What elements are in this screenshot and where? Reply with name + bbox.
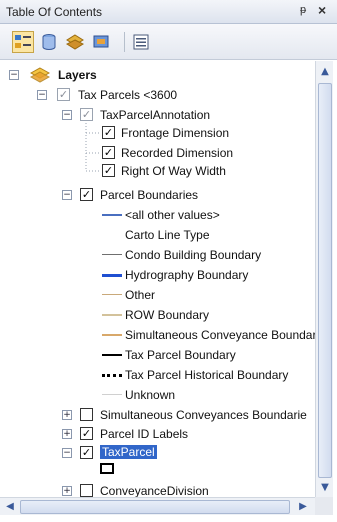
- taxparcel-label: TaxParcel: [100, 445, 157, 459]
- taxparcel-symbol-row: [0, 461, 315, 481]
- legend-line-symbol: [102, 214, 122, 216]
- annotation-class-item[interactable]: ✓ Recorded Dimension: [0, 143, 315, 163]
- toc-tree: − Layers − ✓ Tax Parcels <3600 − ✓ TaxPa…: [0, 61, 315, 497]
- parcel-id-labels-checkbox[interactable]: ✓: [80, 427, 93, 440]
- legend-item-label: Other: [125, 288, 156, 302]
- annotation-class-label: Recorded Dimension: [121, 146, 234, 160]
- tree-node-parcel-boundaries[interactable]: − ✓ Parcel Boundaries: [0, 185, 315, 205]
- annotation-class-item[interactable]: ✓ Right Of Way Width: [0, 161, 315, 181]
- legend-item-label: Unknown: [125, 388, 176, 402]
- sim-conveyances-label: Simultaneous Conveyances Boundarie: [100, 408, 307, 422]
- scrollbar-corner: [315, 497, 333, 515]
- expand-sim-conveyances-icon[interactable]: +: [62, 410, 72, 420]
- legend-item-label: Hydrography Boundary: [125, 268, 249, 282]
- vertical-scrollbar[interactable]: ▲ ▼: [315, 61, 333, 497]
- parcel-id-labels-label: Parcel ID Labels: [100, 427, 189, 441]
- tree-node-taxparcel[interactable]: − ✓ TaxParcel: [0, 443, 315, 463]
- legend-item-label: Tax Parcel Historical Boundary: [125, 368, 289, 382]
- legend-item-label: ROW Boundary: [125, 308, 210, 322]
- annotation-class-label: Frontage Dimension: [121, 126, 230, 140]
- legend-item-label: Carto Line Type: [125, 228, 210, 242]
- parcel-boundaries-checkbox[interactable]: ✓: [80, 188, 93, 201]
- vertical-scroll-thumb[interactable]: [318, 83, 332, 478]
- expand-conveyance-division-icon[interactable]: +: [62, 486, 72, 496]
- polygon-symbol-swatch: [100, 463, 114, 474]
- expand-parcel-id-labels-icon[interactable]: +: [62, 429, 72, 439]
- list-by-source-button[interactable]: [38, 31, 60, 53]
- collapse-parcel-boundaries-icon[interactable]: −: [62, 190, 72, 200]
- window-title: Table Of Contents: [6, 5, 103, 19]
- legend-item[interactable]: ROW Boundary: [0, 305, 315, 325]
- toc-toolbar: [0, 24, 337, 60]
- scroll-up-icon[interactable]: ▲: [318, 65, 332, 79]
- tree-node-parcel-id-labels[interactable]: + ✓ Parcel ID Labels: [0, 424, 315, 444]
- pin-icon[interactable]: ᵽ: [300, 4, 306, 16]
- toc-title-bar: Table Of Contents ᵽ ×: [0, 0, 337, 24]
- list-by-visibility-button[interactable]: [64, 31, 86, 53]
- legend-item[interactable]: Tax Parcel Historical Boundary: [0, 365, 315, 385]
- conveyance-division-checkbox[interactable]: [80, 484, 93, 497]
- parcel-boundaries-label: Parcel Boundaries: [100, 188, 199, 202]
- frontage-dimension-checkbox[interactable]: ✓: [102, 126, 115, 139]
- legend-line-symbol: [102, 274, 122, 277]
- list-by-selection-icon: [93, 35, 109, 48]
- legend-item-label: <all other values>: [125, 208, 220, 222]
- conveyance-division-label: ConveyanceDivision: [100, 484, 209, 497]
- horizontal-scrollbar[interactable]: ◀ ▶: [0, 497, 315, 515]
- collapse-taxparcel-icon[interactable]: −: [62, 448, 72, 458]
- list-by-drawing-order-button[interactable]: [12, 31, 34, 53]
- horizontal-scroll-thumb[interactable]: [20, 500, 290, 514]
- legend-line-symbol: [102, 394, 122, 395]
- tree-node-conveyance-division[interactable]: + ConveyanceDivision: [0, 481, 315, 497]
- recorded-dimension-checkbox[interactable]: ✓: [102, 146, 115, 159]
- options-icon: [133, 34, 149, 50]
- legend-item-label: Simultaneous Conveyance Boundar: [125, 328, 315, 342]
- legend-line-symbol: [102, 314, 122, 316]
- legend-item-label: Tax Parcel Boundary: [125, 348, 236, 362]
- legend-line-symbol: [102, 374, 122, 377]
- sim-conveyances-checkbox[interactable]: [80, 408, 93, 421]
- right-of-way-width-checkbox[interactable]: ✓: [102, 164, 115, 177]
- list-by-selection-button[interactable]: [90, 31, 112, 53]
- legend-line-symbol: [102, 354, 122, 356]
- legend-item[interactable]: Condo Building Boundary: [0, 245, 315, 265]
- legend-item[interactable]: Simultaneous Conveyance Boundar: [0, 325, 315, 345]
- options-button[interactable]: [130, 31, 152, 53]
- list-by-visibility-icon: [65, 34, 85, 50]
- annotation-class-label: Right Of Way Width: [121, 164, 226, 178]
- toolbar-separator: [124, 32, 125, 52]
- legend-item[interactable]: <all other values>: [0, 205, 315, 225]
- list-by-source-icon: [42, 34, 56, 50]
- tree-node-sim-conveyances[interactable]: + Simultaneous Conveyances Boundarie: [0, 405, 315, 425]
- scroll-right-icon[interactable]: ▶: [296, 500, 310, 514]
- legend-item[interactable]: Carto Line Type: [0, 225, 315, 245]
- legend-item[interactable]: Unknown: [0, 385, 315, 405]
- legend-item[interactable]: Other: [0, 285, 315, 305]
- legend-item-label: Condo Building Boundary: [125, 248, 262, 262]
- annotation-class-item[interactable]: ✓ Frontage Dimension: [0, 123, 315, 143]
- close-icon[interactable]: ×: [318, 2, 326, 18]
- scroll-left-icon[interactable]: ◀: [3, 500, 17, 514]
- legend-item[interactable]: Tax Parcel Boundary: [0, 345, 315, 365]
- legend-line-symbol: [102, 254, 122, 255]
- taxparcel-checkbox[interactable]: ✓: [80, 446, 93, 459]
- legend-line-symbol: [102, 294, 122, 295]
- legend-item[interactable]: Hydrography Boundary: [0, 265, 315, 285]
- list-by-drawing-order-icon: [15, 35, 31, 48]
- legend-line-symbol: [102, 334, 122, 336]
- scroll-down-icon[interactable]: ▼: [318, 481, 332, 495]
